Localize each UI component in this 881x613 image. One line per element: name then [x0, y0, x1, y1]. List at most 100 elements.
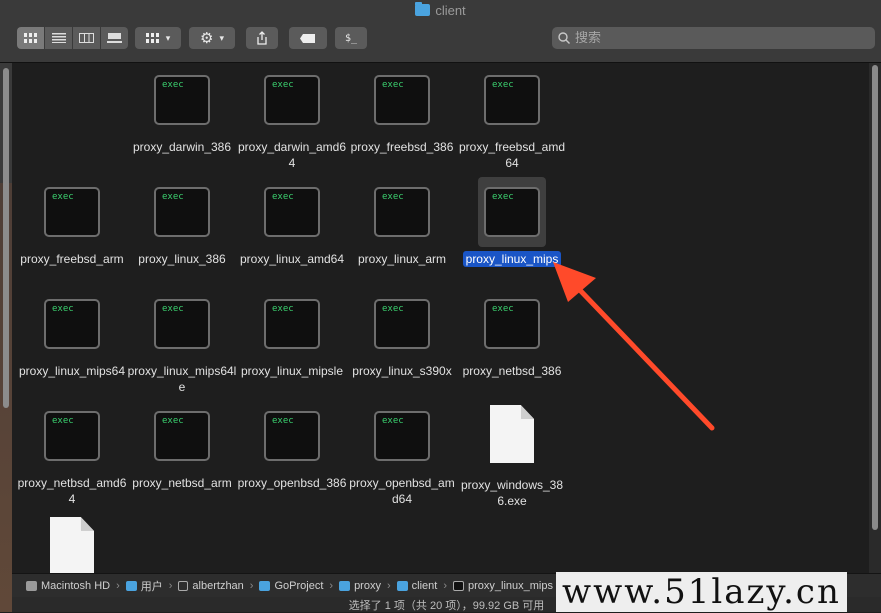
- exec-icon: exec: [484, 299, 540, 349]
- file-name: proxy_windows_386.exe: [460, 478, 564, 508]
- grid-icon: [145, 33, 159, 43]
- file-item[interactable]: exec proxy_linux_mips64: [16, 287, 128, 379]
- window-title: client: [0, 2, 881, 18]
- exec-icon: exec: [44, 299, 100, 349]
- sidebar-edge: [0, 63, 12, 612]
- file-name: proxy_freebsd_amd64: [458, 140, 566, 170]
- breadcrumb-item[interactable]: proxy: [339, 580, 381, 592]
- exec-icon: exec: [484, 187, 540, 237]
- file-item[interactable]: exec proxy_freebsd_amd64: [456, 63, 568, 171]
- gallery-view-button[interactable]: [101, 27, 128, 49]
- exec-icon: exec: [374, 411, 430, 461]
- file-item[interactable]: exec proxy_netbsd_arm: [126, 399, 238, 491]
- breadcrumb-item[interactable]: proxy_linux_mips: [453, 580, 553, 592]
- exec-icon: exec: [374, 187, 430, 237]
- file-item[interactable]: exec proxy_linux_amd64: [236, 175, 348, 267]
- file-item[interactable]: [16, 511, 128, 575]
- search-icon: [558, 32, 570, 44]
- file-name: proxy_openbsd_amd64: [349, 476, 455, 506]
- disk-icon: [26, 580, 37, 591]
- grid-icon: [23, 33, 37, 43]
- file-item[interactable]: exec proxy_freebsd_arm: [16, 175, 128, 267]
- list-view-button[interactable]: [45, 27, 73, 49]
- gear-icon: ⚙: [200, 30, 214, 47]
- exec-icon: exec: [264, 299, 320, 349]
- exec-icon: exec: [264, 187, 320, 237]
- file-name: proxy_darwin_amd64: [237, 140, 347, 170]
- file-item[interactable]: exec proxy_netbsd_amd64: [16, 399, 128, 507]
- file-item[interactable]: exec proxy_openbsd_amd64: [346, 399, 458, 507]
- file-item[interactable]: exec proxy_darwin_386: [126, 63, 238, 155]
- folder-icon: [339, 580, 351, 591]
- home-icon: [178, 580, 189, 591]
- exec-icon: exec: [264, 75, 320, 125]
- chevron-right-icon: ›: [116, 579, 120, 592]
- status-text: 选择了 1 项（共 20 项），99.92 GB 可用: [348, 600, 545, 612]
- chevron-right-icon: ›: [168, 579, 173, 592]
- breadcrumb-item[interactable]: albertzhan: [178, 580, 244, 592]
- file-item[interactable]: exec proxy_netbsd_386: [456, 287, 568, 379]
- window-title-text: client: [435, 2, 466, 18]
- list-icon: [51, 33, 66, 43]
- file-name: proxy_freebsd_386: [350, 140, 454, 154]
- vertical-scrollbar[interactable]: [869, 63, 881, 573]
- breadcrumb-item[interactable]: client: [396, 580, 437, 592]
- file-name-selected: proxy_linux_mips: [456, 251, 568, 267]
- breadcrumb-item[interactable]: 用户: [125, 578, 163, 594]
- icon-view-button[interactable]: [17, 27, 45, 49]
- search-field[interactable]: [552, 27, 875, 49]
- file-item[interactable]: exec proxy_linux_386: [126, 175, 238, 267]
- share-button[interactable]: [246, 27, 278, 49]
- sidebar-scrollbar[interactable]: [3, 68, 9, 408]
- terminal-icon: [453, 580, 464, 591]
- file-name: proxy_openbsd_386: [237, 476, 347, 490]
- folder-icon: [259, 580, 271, 591]
- exec-icon: exec: [484, 75, 540, 125]
- document-icon: [490, 405, 534, 463]
- tag-button[interactable]: [289, 27, 327, 49]
- file-item-selected[interactable]: exec proxy_linux_mips: [456, 175, 568, 267]
- watermark: www.51lazy.cn: [556, 572, 847, 612]
- exec-icon: exec: [154, 187, 210, 237]
- columns-icon: [79, 33, 94, 43]
- file-item[interactable]: exec proxy_linux_s390x: [346, 287, 458, 379]
- action-menu-button[interactable]: ⚙ ▾: [189, 27, 235, 49]
- finder-toolbar: client ▾ ⚙ ▾ $_: [0, 0, 881, 63]
- file-item[interactable]: exec proxy_linux_arm: [346, 175, 458, 267]
- exec-icon: exec: [264, 411, 320, 461]
- file-item[interactable]: exec proxy_linux_mips64le: [126, 287, 238, 395]
- terminal-label: $_: [344, 32, 358, 44]
- file-item[interactable]: exec proxy_openbsd_386: [236, 399, 348, 491]
- scrollbar-thumb[interactable]: [872, 65, 878, 530]
- gallery-icon: [107, 33, 122, 43]
- chevron-right-icon: ›: [249, 579, 254, 592]
- file-name: proxy_linux_386: [138, 252, 226, 266]
- folder-icon: [125, 580, 137, 591]
- breadcrumb-item[interactable]: Macintosh HD: [26, 580, 110, 592]
- file-item[interactable]: proxy_windows_386.exe: [456, 399, 568, 509]
- file-name: proxy_linux_arm: [357, 252, 447, 266]
- file-name: proxy_netbsd_amd64: [17, 476, 127, 506]
- file-name: proxy_freebsd_arm: [20, 252, 124, 266]
- search-input[interactable]: [575, 30, 855, 46]
- folder-icon: [415, 2, 431, 16]
- file-item[interactable]: exec proxy_linux_mipsle: [236, 287, 348, 379]
- terminal-button[interactable]: $_: [335, 27, 367, 49]
- file-name: proxy_linux_mipsle: [240, 364, 344, 378]
- exec-icon: exec: [44, 411, 100, 461]
- file-name: proxy_netbsd_arm: [132, 476, 232, 490]
- file-grid: exec proxy_darwin_386 exec proxy_darwin_…: [16, 63, 868, 575]
- exec-icon: exec: [154, 75, 210, 125]
- exec-icon: exec: [44, 187, 100, 237]
- file-item[interactable]: exec proxy_darwin_amd64: [236, 63, 348, 171]
- group-by-button[interactable]: ▾: [135, 27, 181, 49]
- file-name: proxy_linux_mips64le: [127, 364, 237, 394]
- folder-icon: [396, 580, 408, 591]
- breadcrumb-item[interactable]: GoProject: [259, 580, 323, 592]
- chevron-right-icon: ›: [443, 579, 447, 592]
- chevron-right-icon: ›: [329, 579, 334, 592]
- exec-icon: exec: [374, 299, 430, 349]
- file-name: proxy_darwin_386: [132, 140, 232, 154]
- file-item[interactable]: exec proxy_freebsd_386: [346, 63, 458, 155]
- column-view-button[interactable]: [73, 27, 101, 49]
